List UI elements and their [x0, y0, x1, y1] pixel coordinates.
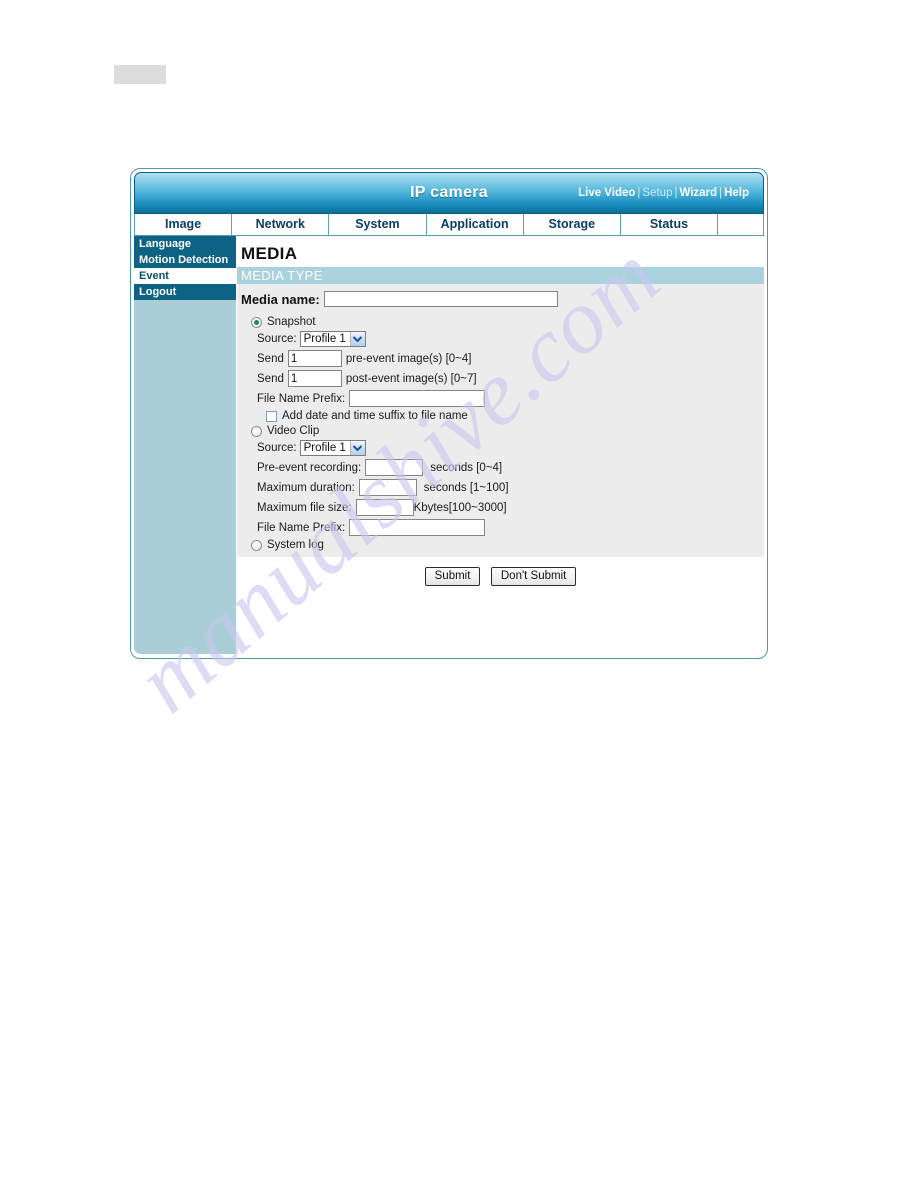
video-clip-source-row: Source: Profile 1	[237, 440, 764, 456]
sidebar-filler	[134, 300, 236, 654]
snapshot-post-event-input[interactable]	[287, 370, 342, 387]
sidebar-item-event[interactable]: Event	[134, 268, 236, 284]
page-title: MEDIA	[241, 244, 298, 263]
dont-submit-button[interactable]: Don't Submit	[490, 567, 577, 586]
snapshot-post-event-prefix-label: Send	[257, 372, 284, 385]
header-link-live-video[interactable]: Live Video	[578, 187, 635, 199]
video-clip-radio[interactable]	[251, 425, 262, 437]
maximum-duration-suffix: seconds [1~100]	[423, 481, 509, 494]
tab-strip-filler	[718, 214, 765, 235]
section-header-media-type: MEDIA TYPE	[237, 267, 764, 284]
media-name-row: Media name:	[237, 291, 764, 307]
pre-event-recording-suffix: seconds [0~4]	[430, 461, 503, 474]
pre-event-recording-label: Pre-event recording:	[257, 461, 362, 474]
sidebar-menu: Language Motion Detection Event Logout	[134, 236, 237, 654]
sidebar-item-language[interactable]: Language	[134, 236, 236, 252]
add-date-time-suffix-label: Add date and time suffix to file name	[282, 410, 468, 422]
ip-camera-web-ui-panel: IP camera Live Video | Setup | Wizard | Help I…	[130, 168, 768, 659]
sidebar-item-motion-detection[interactable]: Motion Detection	[134, 252, 236, 268]
header-link-wizard[interactable]: Wizard	[679, 187, 717, 199]
maximum-duration-input[interactable]	[358, 479, 417, 496]
maximum-duration-row: Maximum duration: seconds [1~100]	[237, 479, 764, 496]
video-clip-file-prefix-row: File Name Prefix:	[237, 519, 764, 536]
maximum-duration-label: Maximum duration:	[257, 481, 355, 494]
add-date-time-suffix-checkbox[interactable]	[266, 410, 277, 422]
media-name-input[interactable]	[323, 291, 558, 307]
redacted-placeholder-box	[114, 65, 166, 84]
snapshot-option-row[interactable]: Snapshot	[237, 316, 764, 328]
video-clip-file-prefix-input[interactable]	[349, 519, 486, 536]
snapshot-pre-event-suffix-label: pre-event image(s) [0~4]	[345, 352, 472, 365]
video-clip-label: Video Clip	[267, 425, 320, 437]
header-link-help[interactable]: Help	[724, 187, 749, 199]
snapshot-file-prefix-label: File Name Prefix:	[257, 392, 346, 405]
maximum-file-size-label: Maximum file size:	[257, 501, 352, 514]
tab-system[interactable]: System	[329, 214, 427, 235]
snapshot-add-suffix-row[interactable]: Add date and time suffix to file name	[237, 410, 764, 422]
header-links: Live Video | Setup | Wizard | Help	[578, 187, 749, 199]
chevron-down-icon	[349, 332, 365, 346]
tab-network[interactable]: Network	[232, 214, 330, 235]
app-header-banner: IP camera Live Video | Setup | Wizard | Help	[134, 172, 764, 214]
pre-event-recording-row: Pre-event recording: seconds [0~4]	[237, 459, 764, 476]
snapshot-pre-event-prefix-label: Send	[257, 352, 284, 365]
snapshot-post-event-row: Send post-event image(s) [0~7]	[237, 370, 764, 387]
video-clip-source-value: Profile 1	[303, 441, 346, 454]
chevron-down-icon	[349, 441, 365, 455]
tab-application[interactable]: Application	[427, 214, 524, 235]
system-log-label: System log	[267, 539, 324, 551]
tab-image[interactable]: Image	[134, 214, 233, 235]
snapshot-radio[interactable]	[251, 316, 262, 328]
video-clip-source-label: Source:	[257, 442, 297, 454]
header-link-setup[interactable]: Setup	[642, 187, 672, 199]
snapshot-post-event-suffix-label: post-event image(s) [0~7]	[345, 372, 477, 385]
main-tab-strip: Image Network System Application Storage…	[134, 214, 765, 236]
snapshot-source-value: Profile 1	[303, 332, 346, 345]
snapshot-source-row: Source: Profile 1	[237, 331, 764, 347]
submit-button[interactable]: Submit	[424, 567, 481, 586]
system-log-radio[interactable]	[251, 539, 262, 551]
snapshot-source-select[interactable]: Profile 1	[299, 331, 366, 347]
snapshot-file-prefix-row: File Name Prefix:	[237, 390, 764, 407]
media-type-form: Media name: Snapshot Source: Profile 1 S…	[237, 284, 764, 557]
snapshot-pre-event-row: Send pre-event image(s) [0~4]	[237, 350, 764, 367]
snapshot-label: Snapshot	[267, 316, 316, 328]
video-clip-option-row[interactable]: Video Clip	[237, 425, 764, 437]
snapshot-pre-event-input[interactable]	[287, 350, 342, 367]
pre-event-recording-input[interactable]	[365, 459, 424, 476]
tab-storage[interactable]: Storage	[524, 214, 621, 235]
sidebar-item-logout[interactable]: Logout	[134, 284, 236, 300]
media-name-label: Media name:	[241, 291, 320, 307]
snapshot-file-prefix-input[interactable]	[349, 390, 486, 407]
tab-status[interactable]: Status	[621, 214, 719, 235]
panel-body: Language Motion Detection Event Logout M…	[134, 236, 764, 654]
maximum-file-size-row: Maximum file size: Kbytes[100~3000]	[237, 499, 764, 516]
snapshot-source-label: Source:	[257, 333, 297, 345]
maximum-file-size-suffix: Kbytes[100~3000]	[413, 501, 507, 514]
form-button-bar: Submit Don't Submit	[237, 557, 764, 586]
content-area: MEDIA MEDIA TYPE Media name: Snapshot So…	[237, 236, 764, 654]
video-clip-file-prefix-label: File Name Prefix:	[257, 521, 346, 534]
system-log-option-row[interactable]: System log	[237, 539, 764, 551]
maximum-file-size-input[interactable]	[355, 499, 414, 516]
video-clip-source-select[interactable]: Profile 1	[299, 440, 366, 456]
